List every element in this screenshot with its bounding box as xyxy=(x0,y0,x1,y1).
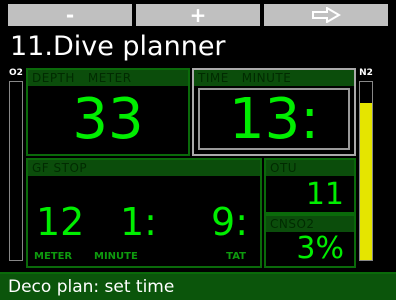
o2-bar: O2 xyxy=(6,69,26,263)
otu-header-label: OTU xyxy=(270,161,298,175)
time-header-unit: MINUTE xyxy=(241,71,292,85)
cnso2-box: CNSO2 3% xyxy=(264,214,356,268)
time-header-label: TIME xyxy=(198,71,229,85)
softkey-bar: - + xyxy=(0,0,396,30)
n2-bar-track xyxy=(359,81,373,261)
gf-stop-depth-value: 12 xyxy=(36,200,85,244)
minus-button[interactable]: - xyxy=(8,3,132,27)
right-arrow-icon xyxy=(312,7,341,23)
gf-stop-values: 12 1: 9: xyxy=(28,200,260,244)
depth-value: 33 xyxy=(72,87,144,152)
status-bar: Deco plan: set time xyxy=(0,274,396,300)
gf-stop-box: GF STOP 12 1: 9: METER MINUTE TAT xyxy=(26,158,262,268)
cnso2-header: CNSO2 xyxy=(266,216,354,232)
plus-button[interactable]: + xyxy=(136,3,260,27)
cnso2-value: 3% xyxy=(296,231,344,266)
otu-value: 11 xyxy=(305,177,344,212)
time-box[interactable]: TIME MINUTE 13: xyxy=(192,68,356,156)
time-value[interactable]: 13: xyxy=(194,90,354,150)
gf-stop-tat-value: 9: xyxy=(211,200,248,244)
otu-header: OTU xyxy=(266,160,354,176)
plus-label: + xyxy=(189,3,207,27)
depth-header: DEPTH METER xyxy=(28,70,188,86)
n2-bar-label: N2 xyxy=(359,68,373,78)
gf-stop-time-value: 1: xyxy=(120,200,157,244)
cnso2-header-label: CNSO2 xyxy=(270,217,315,231)
gf-stop-time-unit: MINUTE xyxy=(94,251,138,262)
next-button[interactable] xyxy=(264,4,388,26)
gf-stop-header-label: GF STOP xyxy=(32,161,88,175)
o2-bar-label: O2 xyxy=(9,68,23,78)
gf-stop-tat-label: TAT xyxy=(226,251,246,262)
n2-bar-fill xyxy=(360,103,372,260)
time-header: TIME MINUTE xyxy=(194,70,354,86)
gf-stop-header: GF STOP xyxy=(28,160,260,176)
planner-panel: O2 DEPTH METER 33 TIME MINUTE 13: N2 GF … xyxy=(6,66,390,270)
otu-box: OTU 11 xyxy=(264,158,356,214)
depth-header-label: DEPTH xyxy=(32,71,75,85)
depth-box: DEPTH METER 33 xyxy=(26,68,190,156)
o2-bar-track xyxy=(9,81,23,261)
page-title: 11.Dive planner xyxy=(10,31,226,62)
minus-label: - xyxy=(65,3,75,27)
depth-header-unit: METER xyxy=(87,71,132,85)
n2-bar: N2 xyxy=(356,69,376,263)
gf-stop-depth-unit: METER xyxy=(34,251,73,262)
